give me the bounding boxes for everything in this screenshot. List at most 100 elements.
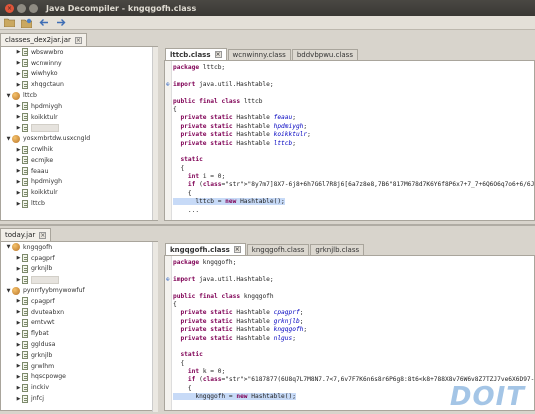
- class-file-icon: [22, 167, 28, 176]
- jar-tab-today[interactable]: today.jar ×: [0, 228, 52, 241]
- open-type-icon[interactable]: [21, 18, 32, 28]
- tree-class-item[interactable]: ▶ hqscpowge: [1, 372, 157, 383]
- code-tab[interactable]: bddvbpwu.class: [291, 49, 358, 60]
- close-icon[interactable]: ×: [74, 36, 82, 44]
- bottom-jar-pane: today.jar × ▼ kngqgofh ▶ cpagprf ▶ grknjlb ▶ ▼ p…: [0, 224, 535, 414]
- expand-right-icon[interactable]: ▶: [15, 168, 22, 174]
- code-tab[interactable]: grknjlb.class: [310, 244, 365, 255]
- expand-right-icon[interactable]: ▶: [15, 266, 22, 272]
- class-file-icon: [22, 59, 28, 68]
- maximize-window-button[interactable]: [29, 3, 38, 13]
- forward-icon[interactable]: [55, 18, 66, 28]
- expand-right-icon[interactable]: ▶: [15, 374, 22, 380]
- tree-class-item[interactable]: ▶ emtvwt: [1, 318, 157, 329]
- tree-class-item[interactable]: ▶ cpagprf: [1, 253, 157, 264]
- tree-scrollbar[interactable]: [152, 47, 158, 220]
- expand-right-icon[interactable]: ▶: [15, 385, 22, 391]
- expand-right-icon[interactable]: ▶: [15, 201, 22, 207]
- fold-expand-icon[interactable]: ⊕: [166, 81, 170, 89]
- expand-right-icon[interactable]: ▶: [15, 179, 22, 185]
- expand-right-icon[interactable]: ▶: [15, 320, 22, 326]
- expand-right-icon[interactable]: ▶: [15, 363, 22, 369]
- tree-class-item[interactable]: ▶ dvuteabxn: [1, 307, 157, 318]
- tree-class-item[interactable]: ▶ crwlhik: [1, 144, 157, 155]
- tree-class-item[interactable]: ▶ wbswwbro: [1, 47, 157, 58]
- back-icon[interactable]: [38, 18, 49, 28]
- tree-package-item[interactable]: ▼ kngqgofh: [1, 242, 157, 253]
- tree-class-item[interactable]: ▶ jnfcj: [1, 393, 157, 404]
- class-file-icon: [22, 156, 28, 165]
- tree-class-item[interactable]: ▶ grwlhm: [1, 361, 157, 372]
- tree-class-item[interactable]: ▶ ecmjke: [1, 155, 157, 166]
- expand-right-icon[interactable]: ▶: [15, 277, 22, 283]
- code-line: private static Hashtable nlgus;: [180, 334, 296, 342]
- expand-right-icon[interactable]: ▶: [15, 298, 22, 304]
- tree-class-item[interactable]: ▶ inckiv: [1, 382, 157, 393]
- code-tab[interactable]: lttcb.class ×: [165, 48, 227, 60]
- expand-right-icon[interactable]: ▶: [15, 396, 22, 402]
- expand-down-icon[interactable]: ▼: [5, 288, 12, 294]
- close-icon[interactable]: ×: [39, 231, 47, 239]
- tree-class-item[interactable]: ▶ koikktulr: [1, 112, 157, 123]
- tree-item-label: koikktulr: [31, 113, 58, 121]
- tree-class-item[interactable]: ▶ grknjlb: [1, 350, 157, 361]
- expand-right-icon[interactable]: ▶: [15, 157, 22, 163]
- expand-right-icon[interactable]: ▶: [15, 60, 22, 66]
- tree-class-item[interactable]: ▶ flybat: [1, 328, 157, 339]
- expand-down-icon[interactable]: ▼: [5, 136, 12, 142]
- code-line: public final class kngqgofh: [173, 292, 274, 300]
- minimize-window-button[interactable]: [17, 3, 26, 13]
- open-file-icon[interactable]: [4, 18, 15, 28]
- expand-down-icon[interactable]: ▼: [5, 93, 12, 99]
- tree-class-item[interactable]: ▶ xhqgctaun: [1, 79, 157, 90]
- tree-class-item[interactable]: ▶ hpdmiygh: [1, 177, 157, 188]
- expand-right-icon[interactable]: ▶: [15, 190, 22, 196]
- code-editor[interactable]: package lttcb; import java.util.Hashtable…: [164, 60, 535, 221]
- tree-package-item[interactable]: ▼ pynrrfyybmywowfuf: [1, 285, 157, 296]
- tree-class-item[interactable]: ▶: [1, 123, 157, 134]
- code-tab[interactable]: kngqgofh.class: [246, 244, 310, 255]
- code-line: public final class lttcb: [173, 97, 263, 105]
- tree-item-label: grknjlb: [31, 351, 53, 359]
- jar-tab-classes-dex2jar[interactable]: classes_dex2jar.jar ×: [0, 33, 87, 46]
- close-icon[interactable]: ×: [233, 246, 241, 253]
- fold-expand-icon[interactable]: ⊕: [166, 276, 170, 284]
- code-line: {: [173, 189, 192, 197]
- expand-right-icon[interactable]: ▶: [15, 49, 22, 55]
- expand-right-icon[interactable]: ▶: [15, 255, 22, 261]
- class-file-icon: [22, 383, 28, 392]
- expand-right-icon[interactable]: ▶: [15, 82, 22, 88]
- tree-class-item[interactable]: ▶ grknjlb: [1, 264, 157, 275]
- tree-scrollbar[interactable]: [152, 242, 158, 412]
- tree-item-label: inckiv: [31, 384, 50, 392]
- close-icon[interactable]: ×: [214, 51, 222, 58]
- tree-class-item[interactable]: ▶ wiwhyko: [1, 69, 157, 80]
- class-file-icon: [22, 113, 28, 122]
- close-window-button[interactable]: ×: [5, 3, 14, 13]
- expand-right-icon[interactable]: ▶: [15, 147, 22, 153]
- tree-package-item[interactable]: ▼ yosxmbrtdw.usxcngld: [1, 133, 157, 144]
- tree-class-item[interactable]: ▶ feaau: [1, 166, 157, 177]
- expand-right-icon[interactable]: ▶: [15, 103, 22, 109]
- tree-item-label: grknjlb: [31, 265, 53, 273]
- expand-down-icon[interactable]: ▼: [5, 244, 12, 250]
- expand-right-icon[interactable]: ▶: [15, 114, 22, 120]
- expand-right-icon[interactable]: ▶: [15, 71, 22, 77]
- expand-right-icon[interactable]: ▶: [15, 331, 22, 337]
- tree-class-item[interactable]: ▶ ggldusa: [1, 339, 157, 350]
- package-tree[interactable]: ▼ kngqgofh ▶ cpagprf ▶ grknjlb ▶ ▼ pynrrfyybmywo…: [0, 241, 158, 411]
- code-tab[interactable]: kngqgofh.class ×: [165, 243, 246, 255]
- tree-class-item[interactable]: ▶ cpagprf: [1, 296, 157, 307]
- tree-class-item[interactable]: ▶ lttcb: [1, 198, 157, 209]
- tree-class-item[interactable]: ▶ koikktulr: [1, 187, 157, 198]
- package-tree[interactable]: ▶ wbswwbro ▶ wcnwinny ▶ wiwhyko ▶ xhqgctaun ▼ ltt…: [0, 46, 158, 221]
- tree-class-item[interactable]: ▶ wcnwinny: [1, 58, 157, 69]
- expand-right-icon[interactable]: ▶: [15, 125, 22, 131]
- code-tab[interactable]: wcnwinny.class: [227, 49, 291, 60]
- tree-class-item[interactable]: ▶: [1, 274, 157, 285]
- expand-right-icon[interactable]: ▶: [15, 309, 22, 315]
- expand-right-icon[interactable]: ▶: [15, 352, 22, 358]
- expand-right-icon[interactable]: ▶: [15, 342, 22, 348]
- tree-class-item[interactable]: ▶ hpdmiygh: [1, 101, 157, 112]
- tree-package-item[interactable]: ▼ lttcb: [1, 90, 157, 101]
